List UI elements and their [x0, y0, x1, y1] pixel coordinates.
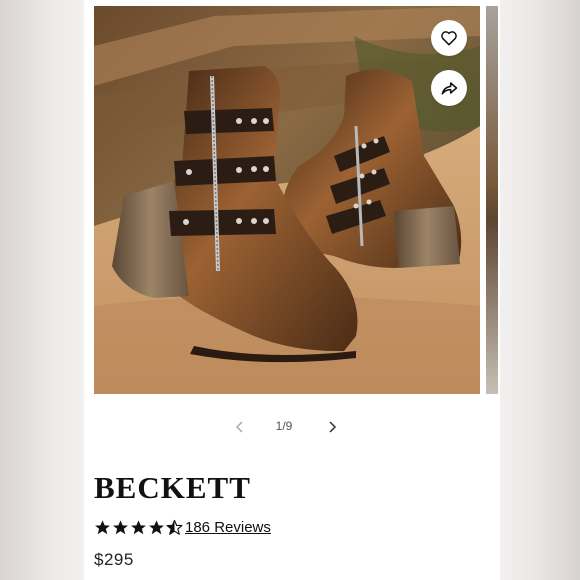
product-card: 1/9 BECKETT 186 Reviews $295	[84, 0, 500, 580]
product-image[interactable]	[94, 6, 480, 394]
star-full-icon	[95, 519, 110, 534]
background-right	[500, 0, 580, 580]
gallery-pager: 1/9	[84, 415, 500, 439]
product-title: BECKETT	[94, 470, 251, 505]
product-rating: 186 Reviews	[94, 517, 271, 537]
chevron-left-icon[interactable]	[232, 419, 248, 435]
chevron-right-icon[interactable]	[324, 419, 340, 435]
rating-stars	[94, 519, 183, 536]
boots-photo	[94, 6, 480, 394]
star-full-icon	[113, 519, 128, 534]
wishlist-button[interactable]	[431, 20, 467, 56]
image-counter: 1/9	[275, 419, 293, 433]
product-price: $295	[94, 550, 134, 569]
star-half-icon	[166, 519, 183, 535]
heart-icon	[441, 31, 457, 46]
background-left	[0, 0, 84, 580]
next-image-peek[interactable]	[486, 6, 498, 394]
reviews-link[interactable]: 186 Reviews	[185, 519, 271, 536]
star-full-icon	[149, 519, 164, 534]
share-button[interactable]	[431, 70, 467, 106]
share-icon	[441, 82, 458, 95]
star-full-icon	[131, 519, 146, 534]
